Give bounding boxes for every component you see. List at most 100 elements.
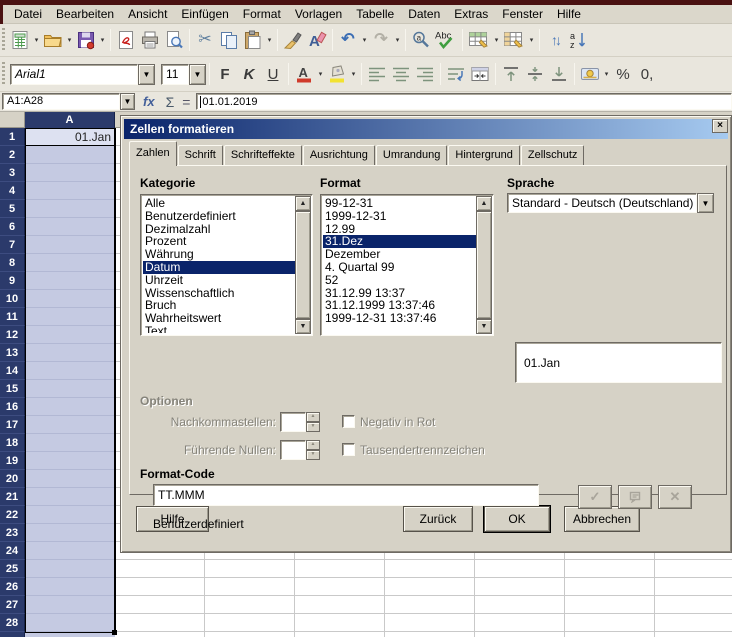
menu-item[interactable]: Tabelle <box>349 5 401 23</box>
row-header[interactable]: 8 <box>0 254 25 272</box>
row-header[interactable]: 14 <box>0 362 25 380</box>
back-button[interactable]: Zurück <box>403 506 473 532</box>
language-combobox[interactable]: Standard - Deutsch (Deutschland) ▼ <box>507 193 714 213</box>
menu-item[interactable]: Einfügen <box>174 5 235 23</box>
thousands-separator-checkbox[interactable] <box>342 443 355 456</box>
save-dropdown-arrow[interactable]: ▾ <box>98 28 107 52</box>
redo-icon[interactable]: ↷ <box>369 28 393 52</box>
row-header[interactable]: 19 <box>0 452 25 470</box>
scrollbar-thumb[interactable] <box>476 211 492 319</box>
row-header[interactable]: 3 <box>0 164 25 182</box>
currency-format-icon[interactable] <box>578 62 602 86</box>
font-size-dropdown-button[interactable]: ▼ <box>189 64 206 85</box>
decimal-places-input[interactable] <box>281 413 305 431</box>
dialog-close-button[interactable]: × <box>712 119 728 133</box>
sort-ascending-icon[interactable]: az <box>567 28 591 52</box>
wrap-text-icon[interactable] <box>444 62 468 86</box>
row-header[interactable]: 7 <box>0 236 25 254</box>
category-scrollbar[interactable]: ▲ ▼ <box>295 196 311 334</box>
negative-red-checkbox[interactable] <box>342 415 355 428</box>
row-header[interactable]: 23 <box>0 524 25 542</box>
row-header[interactable]: 27 <box>0 596 25 614</box>
italic-icon[interactable]: K <box>237 62 261 86</box>
row-header[interactable]: 11 <box>0 308 25 326</box>
dialog-titlebar[interactable]: Zellen formatieren <box>124 119 728 139</box>
leading-zeros-input[interactable] <box>281 441 305 459</box>
formula-input[interactable]: 01.01.2019 <box>196 93 732 110</box>
row-header[interactable]: 20 <box>0 470 25 488</box>
category-item[interactable]: Text <box>143 325 295 333</box>
sum-icon[interactable]: Σ <box>166 94 175 110</box>
insert-column-icon[interactable] <box>501 28 527 52</box>
apply-format-code-button[interactable]: ✓ <box>578 485 612 509</box>
format-scrollbar[interactable]: ▲ ▼ <box>476 196 492 334</box>
decimal-places-spinner[interactable]: ▲ ▼ <box>280 412 320 432</box>
name-box[interactable]: A1:A28 <box>2 93 120 110</box>
row-header[interactable]: 26 <box>0 578 25 596</box>
row-header[interactable]: 15 <box>0 380 25 398</box>
leading-zeros-spinner[interactable]: ▲ ▼ <box>280 440 320 460</box>
language-dropdown-button[interactable]: ▼ <box>697 193 714 213</box>
paste-icon[interactable] <box>241 28 265 52</box>
toolbar-drag-handle[interactable] <box>2 62 5 86</box>
row-header[interactable]: 28 <box>0 614 25 632</box>
delete-format-code-button[interactable]: ✕ <box>658 485 692 509</box>
row-header[interactable]: 18 <box>0 434 25 452</box>
export-pdf-icon[interactable] <box>114 28 138 52</box>
sort-icon[interactable]: ↑↓ <box>543 28 567 52</box>
category-item[interactable]: Datum <box>143 261 295 274</box>
row-header[interactable]: 1 <box>0 128 25 146</box>
row-header[interactable]: 12 <box>0 326 25 344</box>
selected-column-cells[interactable] <box>25 128 115 637</box>
menu-item[interactable]: Daten <box>401 5 447 23</box>
menu-item[interactable]: Hilfe <box>550 5 588 23</box>
row-header[interactable]: 22 <box>0 506 25 524</box>
active-cell-a1[interactable]: 01.Jan <box>26 129 114 146</box>
dialog-tab[interactable]: Schrift <box>178 145 223 165</box>
row-header[interactable]: 5 <box>0 200 25 218</box>
menu-item[interactable]: Format <box>236 5 288 23</box>
category-listbox[interactable]: AlleBenutzerdefiniertDezimalzahlProzentW… <box>140 194 313 336</box>
format-code-field[interactable] <box>153 484 539 506</box>
merge-cells-icon[interactable] <box>468 62 492 86</box>
name-box-dropdown-button[interactable]: ▼ <box>120 93 135 110</box>
format-code-input[interactable] <box>154 485 538 505</box>
row-header[interactable]: 9 <box>0 272 25 290</box>
print-icon[interactable] <box>138 28 162 52</box>
font-name-value[interactable]: Arial1 <box>11 65 137 84</box>
menu-item[interactable]: Bearbeiten <box>49 5 121 23</box>
align-center-icon[interactable] <box>389 62 413 86</box>
print-preview-icon[interactable] <box>162 28 186 52</box>
row-header[interactable]: 10 <box>0 290 25 308</box>
category-item[interactable]: Uhrzeit <box>143 274 295 287</box>
number-format-icon[interactable]: 0, <box>635 62 659 86</box>
spin-down-icon[interactable]: ▼ <box>306 422 320 432</box>
dialog-tab[interactable]: Ausrichtung <box>303 145 375 165</box>
font-color-icon[interactable]: A <box>292 62 316 86</box>
scroll-down-icon[interactable]: ▼ <box>476 319 492 334</box>
format-item[interactable]: 4. Quartal 99 <box>323 261 476 274</box>
font-name-combobox[interactable]: Arial1 <box>10 64 138 85</box>
highlight-color-dropdown-arrow[interactable]: ▾ <box>349 62 358 86</box>
bold-icon[interactable]: F <box>213 62 237 86</box>
scrollbar-thumb[interactable] <box>295 211 311 319</box>
scroll-down-icon[interactable]: ▼ <box>295 319 311 334</box>
row-header[interactable]: 6 <box>0 218 25 236</box>
format-listbox[interactable]: 99-12-311999-12-3112.9931.DezDezember4. … <box>320 194 494 336</box>
clone-formatting-icon[interactable] <box>281 28 305 52</box>
dialog-tab[interactable]: Hintergrund <box>448 145 519 165</box>
format-item[interactable]: 1999-12-31 <box>323 210 476 223</box>
font-size-combobox[interactable]: 11 <box>161 64 189 85</box>
save-icon[interactable] <box>74 28 98 52</box>
undo-icon[interactable]: ↶ <box>336 28 360 52</box>
highlight-color-icon[interactable] <box>325 62 349 86</box>
row-header[interactable]: 21 <box>0 488 25 506</box>
row-header[interactable]: 4 <box>0 182 25 200</box>
row-header[interactable]: 16 <box>0 398 25 416</box>
align-bottom-icon[interactable] <box>547 62 571 86</box>
underline-icon[interactable]: U <box>261 62 285 86</box>
format-item[interactable]: 99-12-31 <box>323 197 476 210</box>
select-all-corner[interactable] <box>0 112 25 128</box>
font-name-dropdown-button[interactable]: ▼ <box>138 64 155 85</box>
language-value[interactable]: Standard - Deutsch (Deutschland) <box>507 193 697 213</box>
